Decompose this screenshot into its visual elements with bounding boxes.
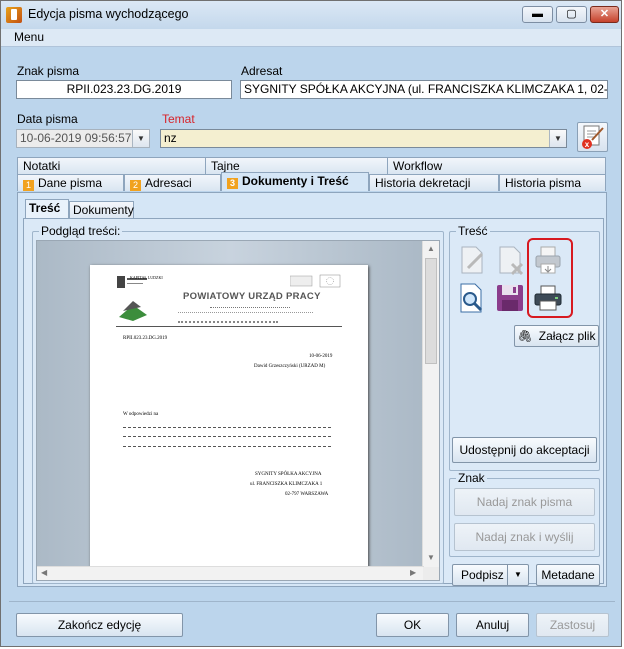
preview-horizontal-scrollbar[interactable]: ◀ ▶ <box>37 566 424 580</box>
clear-topic-button[interactable]: x <box>577 122 608 152</box>
znak-label: Znak pisma <box>17 64 80 78</box>
subtab-tresc[interactable]: Treść <box>25 199 69 218</box>
doc-reply: W odpowiedzi na <box>123 412 159 417</box>
doc-recipient-line: SYGNITY SPÓŁKA AKCYJNA <box>255 472 322 477</box>
tab-historia-dekretacji[interactable]: Historia dekretacji <box>369 174 499 191</box>
temat-label: Temat <box>162 112 195 126</box>
assign-and-send-button[interactable]: Nadaj znak i wyślij <box>454 523 595 551</box>
date-field: 10-06-2019 09:56:57 ▼ <box>16 129 150 148</box>
scroll-up-icon[interactable]: ▲ <box>427 244 435 253</box>
tab-number-badge: 1 <box>23 180 34 191</box>
scroll-thumb[interactable] <box>425 258 437 364</box>
attach-file-button[interactable]: 🖇 Załącz plik <box>514 325 599 347</box>
print-buttons-highlight <box>527 238 573 318</box>
paperclip-icon: 🖇 <box>517 329 533 343</box>
document-preview[interactable]: KAPITAŁ LUDZKI POWIATOWY URZĄD PRACY RPI… <box>36 240 440 581</box>
edit-letter-window: Edycja pisma wychodzącego ▬ ▢ ✕ Menu Zna… <box>0 0 622 647</box>
ok-button[interactable]: OK <box>376 613 449 637</box>
tab-label: Dokumenty i Treść <box>242 174 349 188</box>
edit-delete-icon: x <box>582 125 604 149</box>
attach-file-label: Załącz plik <box>538 329 596 343</box>
znak-group-title: Znak <box>456 471 487 485</box>
temat-field[interactable]: nz ▼ <box>160 129 567 148</box>
share-for-approval-button[interactable]: Udostępnij do akceptacji <box>452 437 597 463</box>
doc-recipient-line: ul. FRANCISZKA KLIMCZAKA 1 <box>250 482 323 487</box>
scroll-right-icon[interactable]: ▶ <box>410 568 416 577</box>
minimize-button[interactable]: ▬ <box>522 6 553 23</box>
scrollbar-corner <box>423 567 439 580</box>
sign-label: Podpisz <box>461 568 504 582</box>
tab-historia-pisma[interactable]: Historia pisma <box>499 174 606 191</box>
doc-header-line <box>178 312 313 313</box>
edit-document-button[interactable] <box>456 244 488 276</box>
tresc-group-title: Treść <box>456 224 490 238</box>
sign-button[interactable]: Podpisz ▼ <box>452 564 529 586</box>
doc-ref: RPII.023.23.DG.2019 <box>123 336 168 341</box>
view-document-button[interactable] <box>456 282 488 314</box>
save-button[interactable] <box>494 282 526 314</box>
metadata-button[interactable]: Metadane <box>536 564 600 586</box>
preview-vertical-scrollbar[interactable]: ▲ ▼ <box>422 241 439 568</box>
footer-separator <box>9 601 615 602</box>
document-page: KAPITAŁ LUDZKI POWIATOWY URZĄD PRACY RPI… <box>90 265 368 568</box>
preview-group-title: Podgląd treści: <box>39 224 123 238</box>
save-icon <box>497 285 523 311</box>
data-label: Data pisma <box>17 112 78 126</box>
doc-date: 10-06-2019 <box>309 354 333 359</box>
delete-document-icon <box>499 246 524 276</box>
znak-field[interactable]: RPII.023.23.DG.2019 <box>16 80 232 99</box>
date-value: 10-06-2019 09:56:57 <box>20 131 132 145</box>
date-dropdown-icon: ▼ <box>132 130 149 147</box>
doc-separator <box>116 326 342 327</box>
edit-document-icon <box>461 246 484 274</box>
org-small-text: KAPITAŁ LUDZKI <box>130 275 163 280</box>
doc-header-line <box>210 307 290 308</box>
doc-author: Dawid Grzeszczyński (URZAD M) <box>254 364 326 369</box>
subtab-dokumenty[interactable]: Dokumenty <box>69 201 134 218</box>
doc-dotted-line <box>123 436 331 437</box>
window-title: Edycja pisma wychodzącego <box>28 7 189 21</box>
cancel-button[interactable]: Anuluj <box>456 613 529 637</box>
svg-text:x: x <box>585 140 590 149</box>
temat-value: nz <box>164 131 177 145</box>
adresat-field[interactable]: SYGNITY SPÓŁKA AKCYJNA (ul. FRANCISZKA K… <box>240 80 608 99</box>
maximize-button[interactable]: ▢ <box>556 6 587 23</box>
doc-dotted-line <box>123 446 331 447</box>
doc-header-line <box>178 321 278 323</box>
temat-dropdown-icon[interactable]: ▼ <box>549 130 566 147</box>
tab-adresaci[interactable]: 2 Adresaci <box>124 174 221 191</box>
menu-item[interactable]: Menu <box>14 30 44 44</box>
tab-dokumenty-i-tresc[interactable]: 3 Dokumenty i Treść <box>221 172 369 191</box>
doc-header: POWIATOWY URZĄD PRACY <box>183 291 321 302</box>
menu-bar: Menu <box>1 29 621 47</box>
title-bar: Edycja pisma wychodzącego ▬ ▢ ✕ <box>1 1 621 29</box>
scroll-left-icon[interactable]: ◀ <box>41 568 47 577</box>
scroll-down-icon[interactable]: ▼ <box>427 553 435 562</box>
finish-editing-button[interactable]: Zakończ edycję <box>16 613 183 637</box>
pup-logo-icon <box>119 301 147 321</box>
app-icon <box>6 7 22 23</box>
tab-workflow[interactable]: Workflow <box>387 157 606 174</box>
delete-document-button[interactable] <box>494 244 526 276</box>
close-button[interactable]: ✕ <box>590 6 619 23</box>
doc-recipient-line: 02-797 WARSZAWA <box>285 492 329 497</box>
tab-notatki[interactable]: Notatki <box>17 157 206 174</box>
apply-button[interactable]: Zastosuj <box>536 613 609 637</box>
assign-number-button[interactable]: Nadaj znak pisma <box>454 488 595 516</box>
adresat-label: Adresat <box>241 64 283 78</box>
tab-number-badge: 3 <box>227 178 238 189</box>
tab-dane-pisma[interactable]: 1 Dane pisma <box>17 174 124 191</box>
tab-label: Dane pisma <box>38 176 103 190</box>
view-document-icon <box>460 283 483 313</box>
doc-dotted-line <box>123 427 331 428</box>
tab-label: Adresaci <box>145 176 192 190</box>
sign-dropdown-icon[interactable]: ▼ <box>507 565 528 585</box>
tab-number-badge: 2 <box>130 180 141 191</box>
eu-logo-icon <box>290 274 341 288</box>
